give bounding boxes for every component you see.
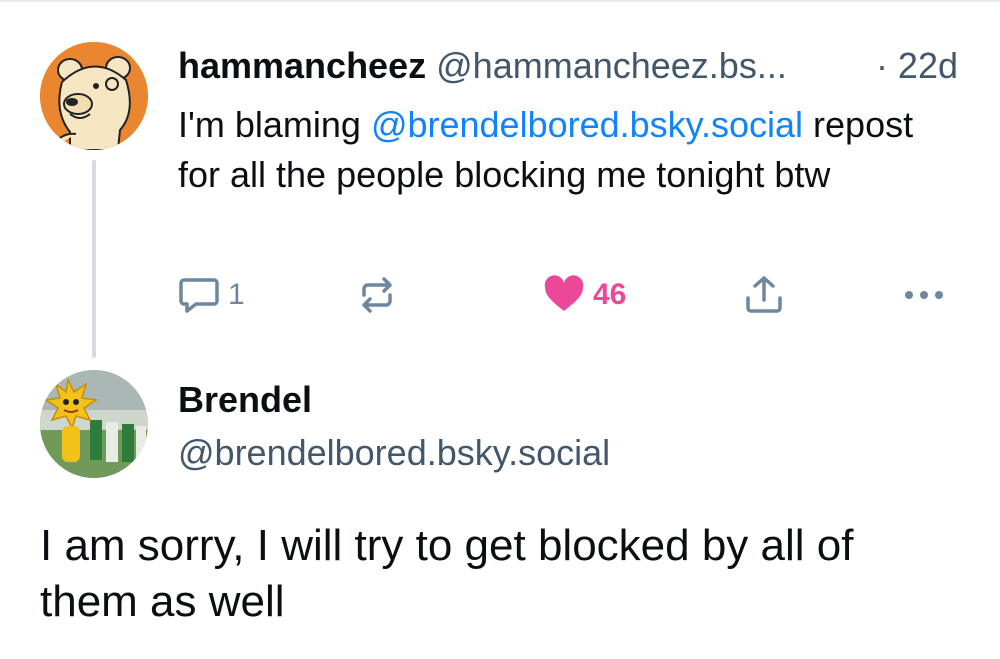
share-upload-icon xyxy=(746,276,782,313)
focus-post-text: I am sorry, I will try to get blocked by… xyxy=(40,521,854,626)
like-button[interactable]: 46 xyxy=(543,270,626,320)
parent-post-actions: 1 46 xyxy=(178,270,948,320)
bear-avatar-icon xyxy=(40,42,148,150)
thread-connector-line xyxy=(92,160,96,358)
like-count: 46 xyxy=(593,278,627,311)
parent-post-text: I'm blaming @brendelbored.bsky.social re… xyxy=(178,100,958,200)
reply-bubble-icon xyxy=(179,278,219,313)
reply-count: 1 xyxy=(228,278,245,311)
parent-author-name[interactable]: hammancheez xyxy=(178,45,426,86)
mascot-avatar-icon xyxy=(40,370,148,478)
reply-button[interactable]: 1 xyxy=(178,270,245,320)
share-button[interactable] xyxy=(743,270,785,320)
repost-button[interactable] xyxy=(356,270,398,320)
parent-post-time[interactable]: · 22d xyxy=(876,44,958,88)
parent-post-header: hammancheez @hammancheez.bs... · 22d xyxy=(178,44,968,88)
focus-author-name[interactable]: Brendel xyxy=(178,378,312,422)
focus-author-avatar[interactable] xyxy=(40,370,148,478)
ellipsis-icon xyxy=(905,291,943,299)
parent-post-text-start: I'm blaming xyxy=(178,104,371,145)
more-options-button[interactable] xyxy=(903,270,945,320)
parent-author-avatar[interactable] xyxy=(40,42,148,150)
top-divider xyxy=(0,0,1000,2)
mention-link[interactable]: @brendelbored.bsky.social xyxy=(371,104,803,145)
repost-icon xyxy=(362,277,392,313)
focus-author-handle[interactable]: @brendelbored.bsky.social xyxy=(178,431,610,475)
heart-icon xyxy=(544,275,584,311)
parent-author-handle[interactable]: @hammancheez.bs... xyxy=(436,45,787,86)
